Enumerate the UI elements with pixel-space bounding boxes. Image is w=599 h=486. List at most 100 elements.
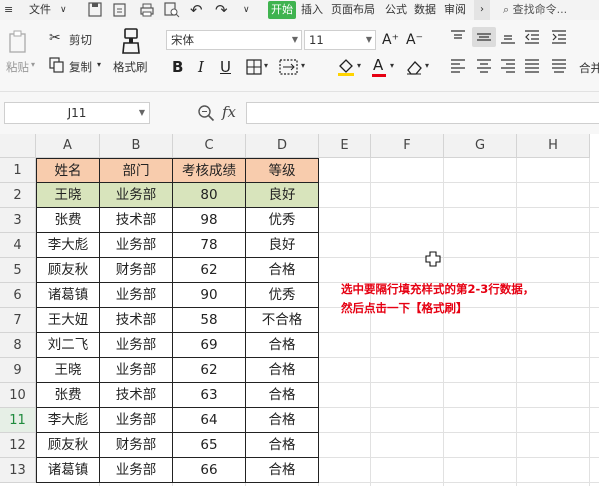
table-cell[interactable]: 技术部 bbox=[100, 383, 173, 408]
column-header-H[interactable]: H bbox=[517, 134, 590, 158]
table-cell[interactable]: 张费 bbox=[36, 208, 100, 233]
select-all-corner[interactable] bbox=[0, 134, 36, 158]
font-name-select[interactable]: 宋体 ▼ bbox=[166, 30, 302, 50]
search-command-input[interactable]: ⌕ 查找命令... bbox=[503, 0, 567, 20]
table-cell[interactable]: 诸葛镇 bbox=[36, 283, 100, 308]
save-icon[interactable] bbox=[88, 2, 102, 22]
decrease-indent-icon[interactable] bbox=[524, 30, 540, 44]
table-cell[interactable]: 优秀 bbox=[246, 283, 319, 308]
table-cell[interactable]: 良好 bbox=[246, 183, 319, 208]
table-cell[interactable]: 顾友秋 bbox=[36, 433, 100, 458]
table-cell[interactable]: 李大彪 bbox=[36, 233, 100, 258]
table-cell[interactable]: 张费 bbox=[36, 383, 100, 408]
chevron-right-icon[interactable]: › bbox=[474, 0, 490, 20]
formula-input[interactable] bbox=[246, 102, 599, 124]
row-header-4[interactable]: 4 bbox=[0, 233, 36, 258]
table-header-cell[interactable]: 姓名 bbox=[36, 158, 100, 183]
underline-icon[interactable]: U bbox=[220, 58, 231, 76]
table-cell[interactable]: 业务部 bbox=[100, 183, 173, 208]
increase-font-size-icon[interactable]: A⁺ bbox=[382, 31, 399, 49]
table-cell[interactable]: 技术部 bbox=[100, 308, 173, 333]
align-bottom-icon[interactable] bbox=[500, 30, 516, 44]
export-pdf-icon[interactable] bbox=[113, 2, 127, 22]
row-header-11[interactable]: 11 bbox=[0, 408, 36, 433]
table-cell[interactable]: 合格 bbox=[246, 333, 319, 358]
row-header-13[interactable]: 13 bbox=[0, 458, 36, 483]
undo-icon[interactable]: ↶ bbox=[190, 0, 203, 20]
table-cell[interactable]: 合格 bbox=[246, 458, 319, 483]
chevron-down-icon[interactable]: ▾ bbox=[31, 60, 35, 69]
table-cell[interactable]: 技术部 bbox=[100, 208, 173, 233]
table-cell[interactable]: 69 bbox=[173, 333, 246, 358]
table-cell[interactable]: 80 bbox=[173, 183, 246, 208]
table-cell[interactable]: 58 bbox=[173, 308, 246, 333]
chevron-down-icon[interactable]: ▾ bbox=[264, 61, 268, 70]
row-header-7[interactable]: 7 bbox=[0, 308, 36, 333]
print-icon[interactable] bbox=[139, 2, 155, 22]
align-left-icon[interactable] bbox=[450, 59, 466, 73]
row-header-2[interactable]: 2 bbox=[0, 183, 36, 208]
table-cell[interactable]: 合格 bbox=[246, 408, 319, 433]
hamburger-icon[interactable]: ≡ bbox=[4, 0, 13, 20]
table-cell[interactable]: 业务部 bbox=[100, 333, 173, 358]
tab-review[interactable]: 审阅 bbox=[444, 0, 466, 20]
zoom-icon[interactable] bbox=[197, 104, 215, 122]
table-cell[interactable]: 合格 bbox=[246, 258, 319, 283]
table-cell[interactable]: 良好 bbox=[246, 233, 319, 258]
italic-icon[interactable]: I bbox=[198, 58, 204, 76]
paste-button[interactable]: 粘贴 bbox=[6, 59, 29, 75]
distributed-align-icon[interactable] bbox=[551, 59, 567, 73]
table-header-cell[interactable]: 等级 bbox=[246, 158, 319, 183]
table-cell[interactable]: 刘二飞 bbox=[36, 333, 100, 358]
table-cell[interactable]: 王晓 bbox=[36, 183, 100, 208]
table-cell[interactable]: 业务部 bbox=[100, 408, 173, 433]
chevron-down-icon[interactable]: ▾ bbox=[301, 61, 305, 70]
table-cell[interactable]: 66 bbox=[173, 458, 246, 483]
table-cell[interactable]: 顾友秋 bbox=[36, 258, 100, 283]
column-header-C[interactable]: C bbox=[173, 134, 246, 158]
table-cell[interactable]: 62 bbox=[173, 258, 246, 283]
borders-icon[interactable] bbox=[246, 59, 262, 75]
copy-button[interactable]: 复制 bbox=[69, 59, 92, 75]
table-cell[interactable]: 优秀 bbox=[246, 208, 319, 233]
chevron-down-icon[interactable]: ▾ bbox=[425, 61, 429, 70]
merge-cells-icon[interactable] bbox=[279, 59, 299, 75]
row-header-10[interactable]: 10 bbox=[0, 383, 36, 408]
row-header-9[interactable]: 9 bbox=[0, 358, 36, 383]
table-cell[interactable]: 合格 bbox=[246, 358, 319, 383]
print-preview-icon[interactable] bbox=[164, 2, 180, 22]
row-header-6[interactable]: 6 bbox=[0, 283, 36, 308]
format-painter-icon[interactable] bbox=[119, 27, 143, 55]
bold-icon[interactable]: B bbox=[172, 58, 183, 76]
table-cell[interactable]: 78 bbox=[173, 233, 246, 258]
chevron-down-icon[interactable]: ▾ bbox=[357, 61, 361, 70]
file-menu[interactable]: 文件 bbox=[29, 0, 51, 20]
table-cell[interactable]: 64 bbox=[173, 408, 246, 433]
table-cell[interactable]: 62 bbox=[173, 358, 246, 383]
font-color-icon[interactable]: A bbox=[373, 56, 383, 74]
align-top-icon[interactable] bbox=[450, 30, 466, 44]
table-cell[interactable]: 业务部 bbox=[100, 283, 173, 308]
tab-formulas[interactable]: 公式 bbox=[385, 0, 407, 20]
cut-button[interactable]: 剪切 bbox=[69, 32, 92, 48]
redo-icon[interactable]: ↷ bbox=[215, 0, 228, 20]
table-cell[interactable]: 98 bbox=[173, 208, 246, 233]
table-cell[interactable]: 65 bbox=[173, 433, 246, 458]
clear-format-icon[interactable] bbox=[405, 59, 423, 75]
column-header-B[interactable]: B bbox=[100, 134, 173, 158]
chevron-down-icon[interactable]: ▾ bbox=[390, 61, 394, 70]
table-cell[interactable]: 63 bbox=[173, 383, 246, 408]
tab-page-layout[interactable]: 页面布局 bbox=[331, 0, 375, 20]
table-cell[interactable]: 诸葛镇 bbox=[36, 458, 100, 483]
format-painter-button[interactable]: 格式刷 bbox=[113, 59, 148, 75]
row-header-3[interactable]: 3 bbox=[0, 208, 36, 233]
table-cell[interactable]: 财务部 bbox=[100, 258, 173, 283]
align-middle-button[interactable] bbox=[472, 27, 496, 47]
column-header-A[interactable]: A bbox=[36, 134, 100, 158]
tab-insert[interactable]: 插入 bbox=[301, 0, 323, 20]
row-header-12[interactable]: 12 bbox=[0, 433, 36, 458]
table-cell[interactable]: 业务部 bbox=[100, 358, 173, 383]
table-cell[interactable]: 王大妞 bbox=[36, 308, 100, 333]
chevron-down-icon[interactable]: ▾ bbox=[97, 60, 101, 69]
merge-center-button[interactable]: 合并 bbox=[579, 60, 599, 76]
